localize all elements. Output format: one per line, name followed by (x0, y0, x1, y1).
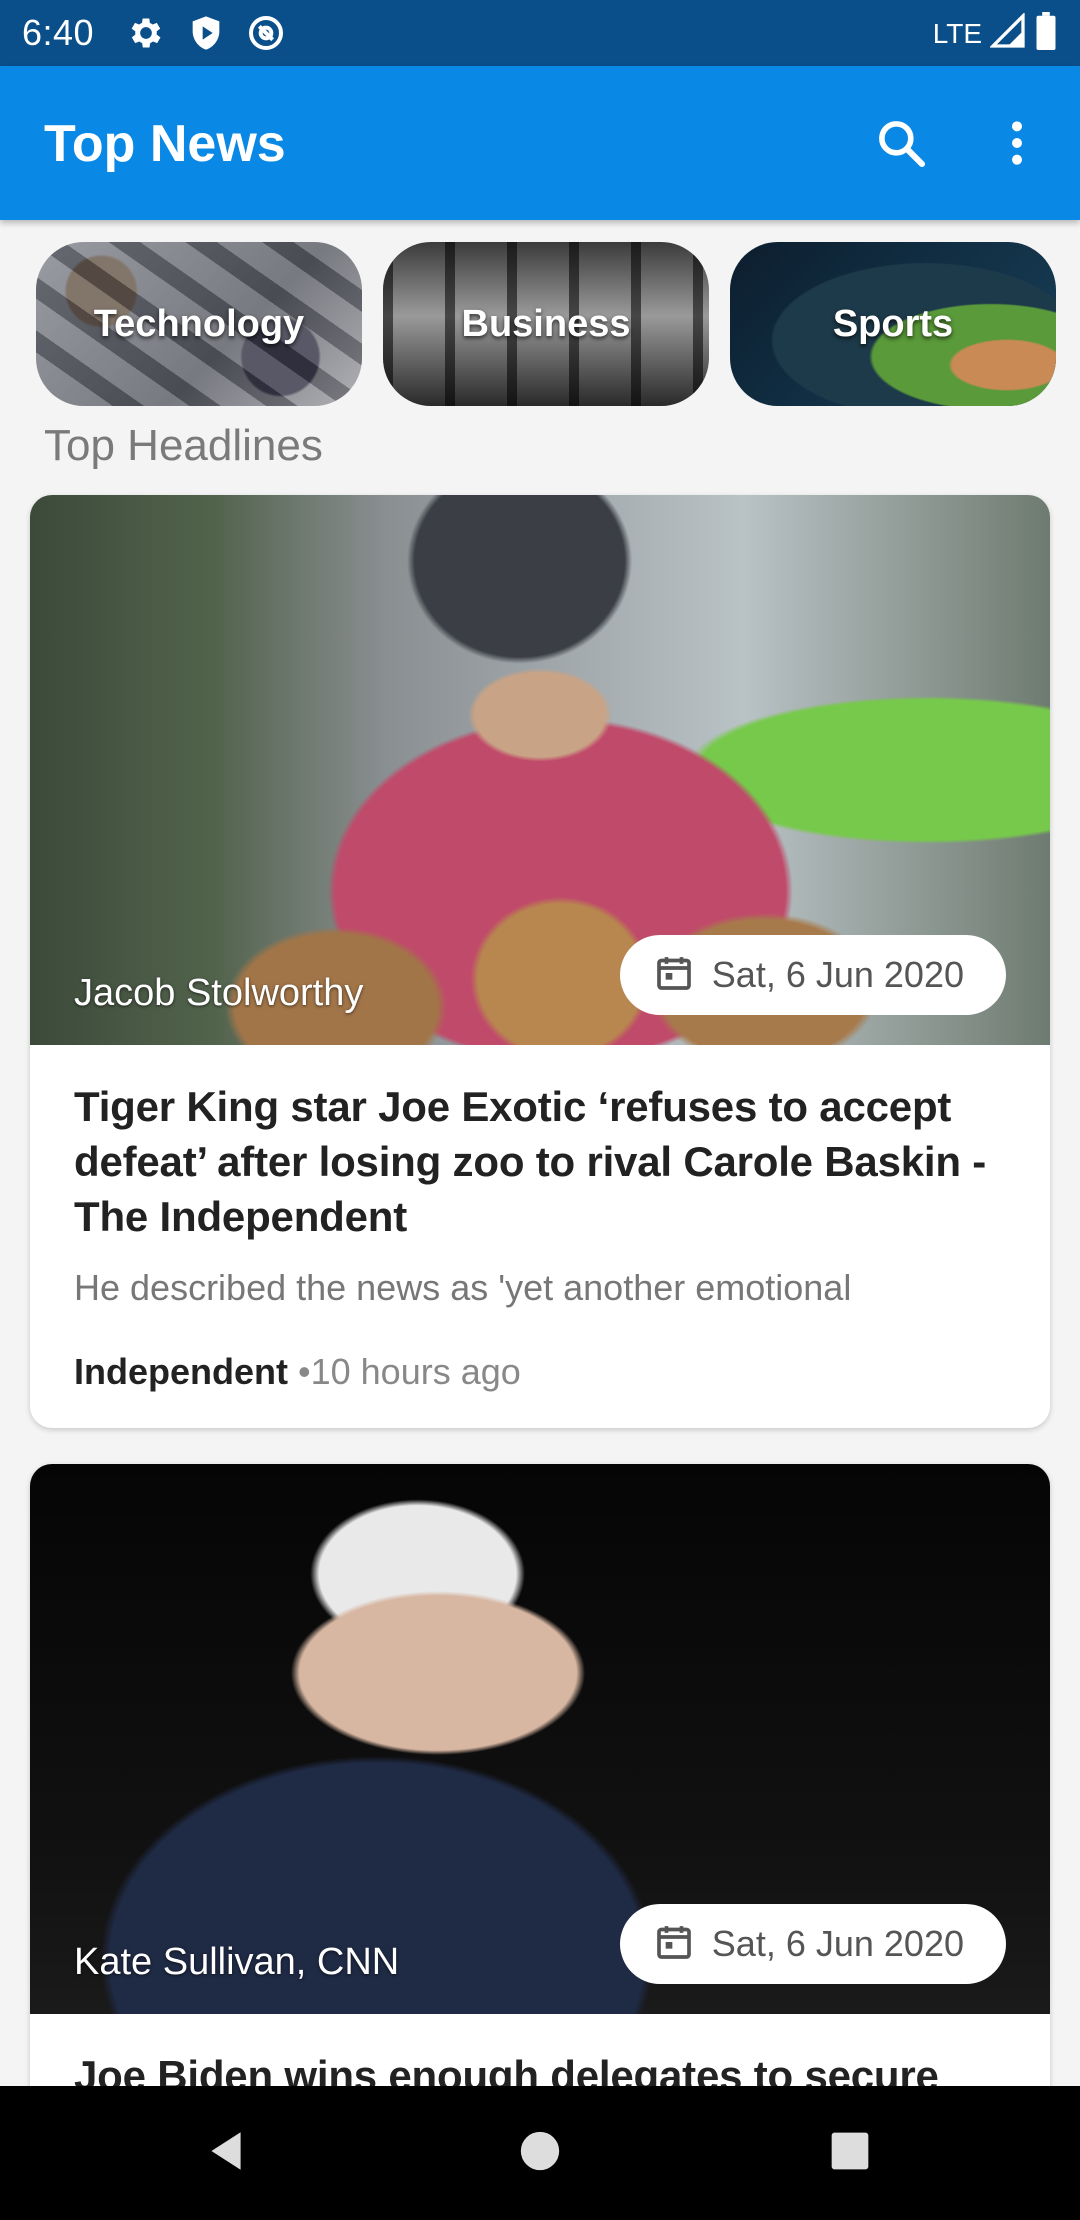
back-icon (201, 2126, 251, 2181)
article-date: Sat, 6 Jun 2020 (711, 954, 964, 995)
shield-icon (186, 13, 226, 53)
search-button[interactable] (866, 110, 936, 180)
section-title: Top Headlines (44, 421, 323, 470)
article-author: Kate Sullivan, CNN (74, 1941, 400, 1983)
date-pill: Sat, 6 Jun 2020 (619, 935, 1006, 1015)
article-time: •10 hours ago (298, 1351, 521, 1392)
article-author: Jacob Stolworthy (74, 972, 364, 1014)
article-body: Tiger King star Joe Exotic ‘refuses to a… (30, 1045, 1050, 1428)
battery-icon (1034, 12, 1058, 55)
category-label: Sports (832, 302, 954, 345)
status-bar: 6:40 LTE (0, 0, 1080, 66)
more-vert-icon (1007, 118, 1027, 173)
at-sign-icon (246, 13, 286, 53)
calendar-icon (654, 953, 694, 998)
app-bar: Top News (0, 66, 1080, 220)
gear-icon (126, 13, 166, 53)
screen: 6:40 LTE Top News Technology Business Sp… (0, 0, 1080, 2220)
date-pill: Sat, 6 Jun 2020 (619, 1904, 1006, 1984)
article-meta: Independent •10 hours ago (74, 1350, 1006, 1394)
article-source: Independent (74, 1351, 288, 1392)
back-button[interactable] (192, 2119, 260, 2187)
network-type: LTE (932, 17, 982, 49)
category-technology[interactable]: Technology (36, 242, 362, 406)
home-icon (517, 2128, 563, 2179)
status-right: LTE (933, 12, 1058, 55)
category-label: Business (461, 302, 631, 345)
article-headline: Tiger King star Joe Exotic ‘refuses to a… (74, 1083, 987, 1240)
search-icon (873, 115, 929, 176)
article-card[interactable]: Jacob Stolworthy Sat, 6 Jun 2020 Tiger K… (30, 495, 1050, 1428)
signal-icon (989, 12, 1026, 54)
category-sports[interactable]: Sports (730, 242, 1056, 406)
article-description: He described the news as 'yet another em… (74, 1267, 852, 1308)
app-title: Top News (44, 115, 286, 173)
article-card[interactable]: Kate Sullivan, CNN Sat, 6 Jun 2020 Joe B… (30, 1464, 1050, 2164)
article-image: Kate Sullivan, CNN Sat, 6 Jun 2020 (30, 1464, 1050, 2014)
category-label: Technology (93, 302, 305, 345)
category-business[interactable]: Business (383, 242, 709, 406)
calendar-icon (654, 1922, 694, 1967)
more-options-button[interactable] (982, 110, 1052, 180)
status-time: 6:40 (22, 12, 95, 53)
article-image: Jacob Stolworthy Sat, 6 Jun 2020 (30, 495, 1050, 1045)
recents-button[interactable] (816, 2119, 884, 2187)
navigation-bar (0, 2086, 1080, 2220)
article-date: Sat, 6 Jun 2020 (711, 1923, 964, 1964)
recents-icon (828, 2129, 872, 2178)
category-list: Technology Business Sports (0, 242, 1080, 408)
home-button[interactable] (506, 2119, 574, 2187)
